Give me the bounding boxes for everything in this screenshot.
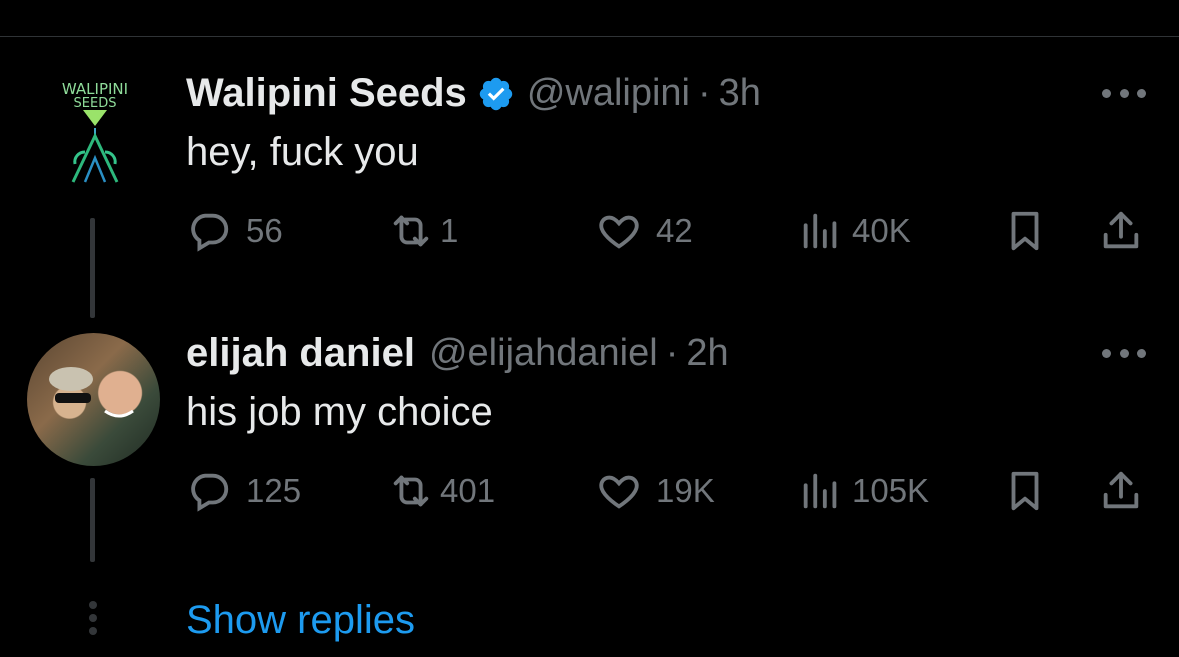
views-icon [803, 213, 837, 249]
profile-photo-icon [49, 367, 134, 418]
logo-text-seeds: SEEDS [74, 96, 117, 111]
thread-line [90, 478, 95, 562]
show-replies-link[interactable]: Show replies [186, 598, 415, 643]
tweet-text: hey, fuck you [186, 130, 419, 174]
views-icon [803, 473, 837, 509]
avatar-elijah-daniel[interactable] [27, 333, 160, 466]
bookmark-icon [1011, 211, 1039, 251]
thread-collapsed-dots-icon [88, 601, 98, 635]
views-count: 40K [852, 212, 911, 249]
tweet-header: elijah daniel @elijahdaniel · 2h [186, 331, 729, 376]
share-button[interactable] [1098, 208, 1144, 259]
views-button[interactable]: 105K [798, 468, 929, 514]
more-options-icon[interactable] [1102, 87, 1146, 99]
share-icon [1103, 211, 1139, 249]
like-count: 42 [656, 212, 693, 249]
separator-dot: · [698, 72, 711, 114]
action-bar: 56 1 42 40K [186, 208, 1146, 252]
author-handle[interactable]: @elijahdaniel [429, 332, 658, 375]
share-icon [1103, 471, 1139, 509]
more-options-icon[interactable] [1102, 347, 1146, 359]
avatar-walipini-seeds[interactable]: WALIPINI SEEDS [27, 72, 160, 205]
verified-badge-icon [479, 77, 513, 110]
author-name[interactable]: elijah daniel [186, 331, 415, 376]
views-button[interactable]: 40K [798, 208, 911, 254]
action-bar: 125 401 19K 105K [186, 468, 1146, 512]
repost-button[interactable]: 401 [388, 468, 495, 514]
repost-icon [393, 215, 429, 247]
like-icon [599, 215, 639, 249]
bookmark-button[interactable] [1002, 208, 1048, 259]
repost-count: 401 [440, 472, 496, 509]
tweet-header: Walipini Seeds @walipini · 3h [186, 71, 761, 116]
bookmark-icon [1011, 471, 1039, 511]
timestamp[interactable]: 2h [686, 332, 728, 375]
walipini-logo-icon: WALIPINI SEEDS [62, 80, 128, 183]
repost-icon [393, 475, 429, 507]
author-handle[interactable]: @walipini [527, 72, 690, 115]
repost-count: 1 [440, 212, 459, 249]
share-button[interactable] [1098, 468, 1144, 519]
like-count: 19K [656, 472, 715, 509]
reply-icon [191, 473, 229, 512]
thread-line [90, 218, 95, 318]
like-button[interactable]: 19K [596, 468, 715, 514]
tweet-text: his job my choice [186, 390, 493, 434]
reply-button[interactable]: 56 [186, 208, 283, 254]
author-name[interactable]: Walipini Seeds [186, 71, 467, 116]
like-button[interactable]: 42 [596, 208, 693, 254]
separator-dot: · [665, 332, 679, 374]
views-count: 105K [852, 472, 930, 509]
top-divider [0, 36, 1179, 37]
timestamp[interactable]: 3h [719, 72, 761, 115]
bookmark-button[interactable] [1002, 468, 1048, 519]
reply-icon [191, 213, 229, 252]
reply-count: 125 [246, 472, 302, 509]
like-icon [599, 475, 639, 509]
repost-button[interactable]: 1 [388, 208, 458, 254]
reply-button[interactable]: 125 [186, 468, 301, 514]
reply-count: 56 [246, 212, 283, 249]
